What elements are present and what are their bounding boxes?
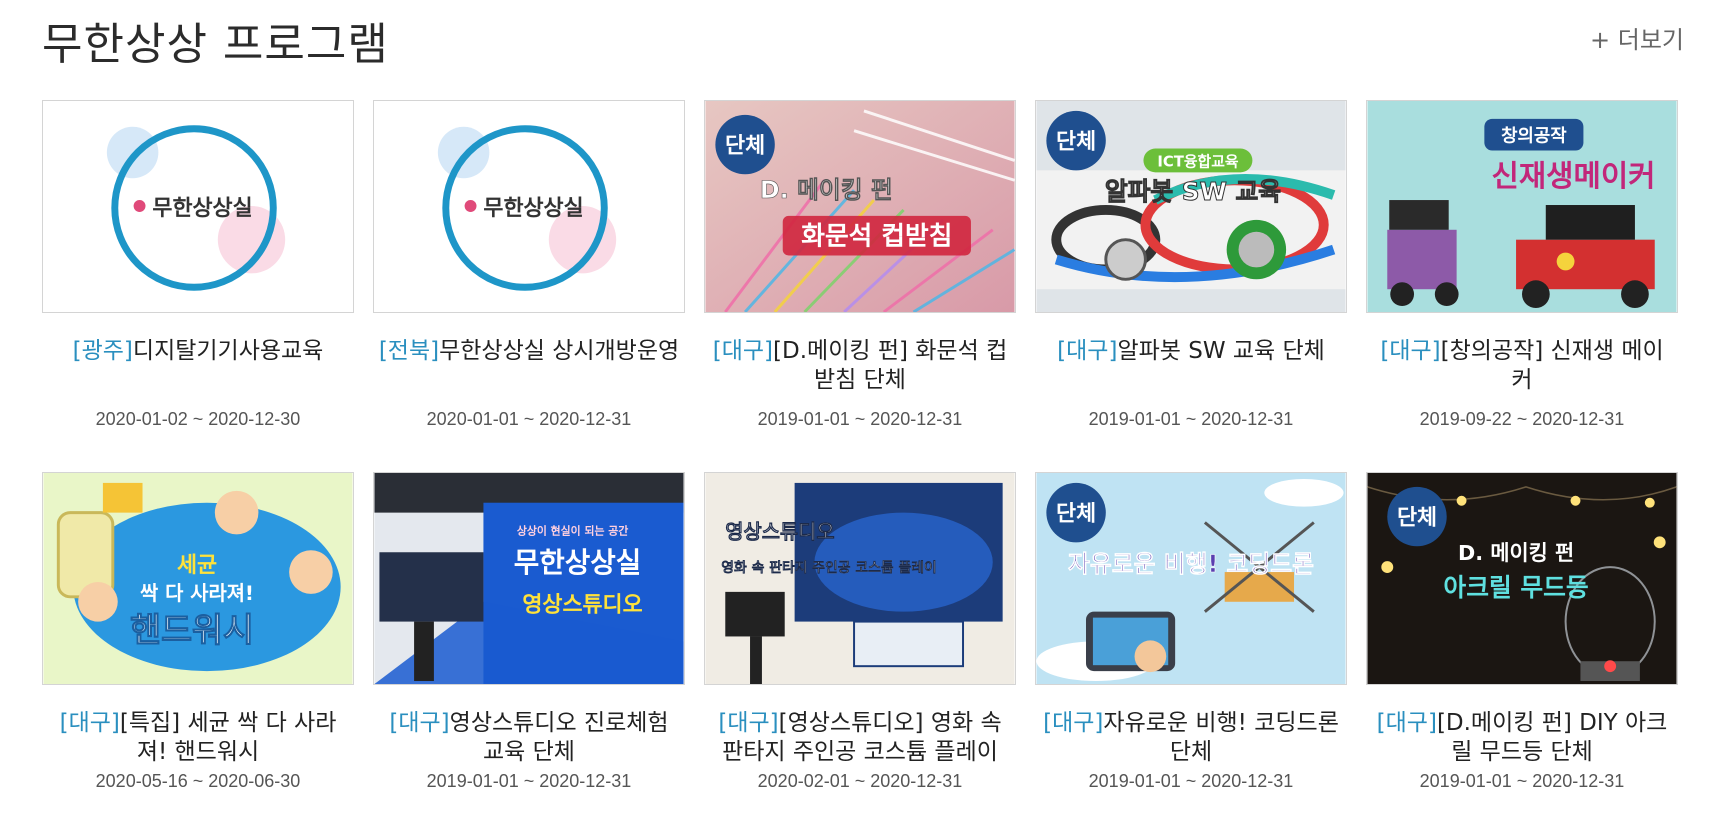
card-title[interactable]: [대구][특집] 세균 싹 다 사라져! 핸드워시 xyxy=(42,709,354,767)
card-date: 2019-01-01 ~ 2020-12-31 xyxy=(1419,771,1625,791)
program-card[interactable]: 세균 싹 다 사라져! 핸드워시 [대구][특집] 세균 싹 다 사라져! 핸드… xyxy=(42,472,354,814)
card-title[interactable]: [전북]무한상상실 상시개방운영 xyxy=(373,337,685,395)
card-region: [광주] xyxy=(72,338,133,364)
program-card[interactable]: 무한상상실 [전북]무한상상실 상시개방운영 2020-01-01 ~ 2020… xyxy=(373,100,685,442)
card-title-text: [특집] 세균 싹 다 사라져! 핸드워시 xyxy=(119,710,337,765)
program-thumbnail[interactable]: 단체 ICT융합교육 알파봇 SW 교육 xyxy=(1035,100,1347,313)
thumb-tag: 창의공작 xyxy=(1501,126,1567,147)
card-region: [대구] xyxy=(1380,338,1441,364)
thumb-line1: 신재생메이커 xyxy=(1492,159,1656,194)
logo-thumbnail-image: 무한상상실 xyxy=(43,101,353,312)
card-title-text: [D.메이킹 펀] DIY 아크릴 무드등 단체 xyxy=(1436,710,1668,765)
card-title-text: 자유로운 비행! 코딩드론 단체 xyxy=(1103,710,1339,765)
card-region: [대구] xyxy=(712,338,774,364)
card-title-text: 알파봇 SW 교육 단체 xyxy=(1117,338,1325,364)
program-thumbnail[interactable]: 무한상상실 xyxy=(373,100,685,313)
program-thumbnail[interactable]: 무한상상실 xyxy=(42,100,354,313)
thumb-line1: 무한상상실 xyxy=(514,546,642,579)
card-region: [전북] xyxy=(378,338,440,364)
thumb-line1: D. 메이킹 펀 xyxy=(760,176,893,204)
card-date: 2019-01-01 ~ 2020-12-31 xyxy=(1088,409,1294,429)
straw-weaving-thumbnail-image: 단체 D. 메이킹 펀 화문석 컵받침 xyxy=(705,101,1015,312)
card-title[interactable]: [대구][영상스튜디오] 영화 속 판타지 주인공 코스튬 플레이 xyxy=(704,709,1016,767)
thumb-line1: 영상스튜디오 xyxy=(725,520,834,543)
program-card[interactable]: 단체 D. 메이킹 펀 화문석 컵받침 [대구][D.메이킹 펀] 화문석 컵받… xyxy=(704,100,1016,442)
card-title[interactable]: [대구][창의공작] 신재생 메이커 xyxy=(1366,337,1678,395)
thumb-line2: 영상스튜디오 xyxy=(522,593,642,618)
program-thumbnail[interactable]: 단체 D. 메이킹 펀 아크릴 무드등 xyxy=(1366,472,1678,685)
program-grid: 무한상상실 [광주]디지탈기기사용교육 2020-01-02 ~ 2020-12… xyxy=(42,100,1678,814)
thumb-line1: 알파봇 SW 교육 xyxy=(1105,177,1281,206)
logo-thumbnail-image: 무한상상실 xyxy=(374,101,684,312)
card-title-text: [D.메이킹 펀] 화문석 컵받침 단체 xyxy=(773,338,1008,393)
program-card[interactable]: 단체 ICT융합교육 알파봇 SW 교육 [대구]알파봇 SW 교육 단체 20… xyxy=(1035,100,1347,442)
card-title[interactable]: [대구][D.메이킹 펀] 화문석 컵받침 단체 xyxy=(704,337,1016,395)
thumb-line1: 세균 xyxy=(177,553,217,578)
card-region: [대구] xyxy=(59,710,120,736)
program-thumbnail[interactable]: 창의공작 신재생메이커 xyxy=(1366,100,1678,313)
program-thumbnail[interactable]: 상상이 현실이 되는 공간 무한상상실 영상스튜디오 xyxy=(373,472,685,685)
card-title-text: 영상스튜디오 진로체험 교육 단체 xyxy=(449,710,669,765)
program-card[interactable]: 영상스튜디오 영화 속 판타지 주인공 코스튬 플레이 [대구][영상스튜디오]… xyxy=(704,472,1016,814)
mood-lamp-thumbnail-image: 단체 D. 메이킹 펀 아크릴 무드등 xyxy=(1367,473,1677,684)
handwash-thumbnail-image: 세균 싹 다 사라져! 핸드워시 xyxy=(43,473,353,684)
program-card[interactable]: 무한상상실 [광주]디지탈기기사용교육 2020-01-02 ~ 2020-12… xyxy=(42,100,354,442)
badge-text: 단체 xyxy=(725,134,765,159)
card-title-text: 무한상상실 상시개방운영 xyxy=(439,338,680,364)
program-thumbnail[interactable]: 단체 D. 메이킹 펀 화문석 컵받침 xyxy=(704,100,1016,313)
card-date: 2020-01-01 ~ 2020-12-31 xyxy=(426,409,632,429)
card-region: [대구] xyxy=(718,710,779,736)
card-title[interactable]: [대구]자유로운 비행! 코딩드론 단체 xyxy=(1035,709,1347,767)
logo-text: 무한상상실 xyxy=(483,196,583,221)
thumb-line2: 화문석 컵받침 xyxy=(801,222,952,252)
program-thumbnail[interactable]: 세균 싹 다 사라져! 핸드워시 xyxy=(42,472,354,685)
program-thumbnail[interactable]: 영상스튜디오 영화 속 판타지 주인공 코스튬 플레이 xyxy=(704,472,1016,685)
card-title-text: 디지탈기기사용교육 xyxy=(132,338,324,364)
card-date: 2020-01-02 ~ 2020-12-30 xyxy=(95,409,301,429)
card-date: 2019-01-01 ~ 2020-12-31 xyxy=(1088,771,1294,791)
page-title: 무한상상 프로그램 xyxy=(42,19,389,70)
program-card[interactable]: 단체 D. 메이킹 펀 아크릴 무드등 [대구][D.메이킹 펀] DIY 아크… xyxy=(1366,472,1678,814)
badge-text: 단체 xyxy=(1056,502,1096,527)
card-title[interactable]: [대구][D.메이킹 펀] DIY 아크릴 무드등 단체 xyxy=(1366,709,1678,767)
drone-thumbnail-image: 단체 자유로운 비행! 코딩드론 xyxy=(1036,473,1346,684)
card-title[interactable]: [대구]영상스튜디오 진로체험 교육 단체 xyxy=(373,709,685,767)
card-region: [대구] xyxy=(1376,710,1437,736)
card-date: 2019-01-01 ~ 2020-12-31 xyxy=(426,771,632,791)
thumb-line2: 아크릴 무드등 xyxy=(1443,573,1588,602)
more-link[interactable]: + 더보기 xyxy=(1590,20,1684,55)
badge-text: 단체 xyxy=(1397,506,1437,531)
program-card[interactable]: 상상이 현실이 되는 공간 무한상상실 영상스튜디오 [대구]영상스튜디오 진로… xyxy=(373,472,685,814)
thumb-line3: 핸드워시 xyxy=(130,610,254,649)
card-title[interactable]: [대구]알파봇 SW 교육 단체 xyxy=(1035,337,1347,395)
card-date: 2020-05-16 ~ 2020-06-30 xyxy=(95,771,301,791)
alphabot-thumbnail-image: 단체 ICT융합교육 알파봇 SW 교육 xyxy=(1036,101,1346,312)
solar-car-thumbnail-image: 창의공작 신재생메이커 xyxy=(1367,101,1677,312)
badge-text: 단체 xyxy=(1056,130,1096,155)
program-card[interactable]: 창의공작 신재생메이커 [대구][창의공작] 신재생 메이커 2019-09-2… xyxy=(1366,100,1678,442)
card-date: 2019-09-22 ~ 2020-12-31 xyxy=(1419,409,1625,429)
logo-text: 무한상상실 xyxy=(152,196,252,221)
thumb-small: 상상이 현실이 되는 공간 xyxy=(517,523,628,537)
program-thumbnail[interactable]: 단체 자유로운 비행! 코딩드론 xyxy=(1035,472,1347,685)
card-date: 2020-02-01 ~ 2020-12-31 xyxy=(757,771,963,791)
thumb-line2: 영화 속 판타지 주인공 코스튬 플레이 xyxy=(721,559,936,576)
program-card[interactable]: 단체 자유로운 비행! 코딩드론 [대구]자유로운 비행! 코딩드론 단체 20… xyxy=(1035,472,1347,814)
card-region: [대구] xyxy=(389,710,450,736)
card-region: [대구] xyxy=(1043,710,1104,736)
thumb-line1: D. 메이킹 펀 xyxy=(1458,541,1574,565)
studio-thumbnail-image: 상상이 현실이 되는 공간 무한상상실 영상스튜디오 xyxy=(374,473,684,684)
card-region: [대구] xyxy=(1057,338,1118,364)
costume-studio-thumbnail-image: 영상스튜디오 영화 속 판타지 주인공 코스튬 플레이 xyxy=(705,473,1015,684)
card-date: 2019-01-01 ~ 2020-12-31 xyxy=(757,409,963,429)
thumb-line2: 싹 다 사라져! xyxy=(140,582,254,605)
card-title[interactable]: [광주]디지탈기기사용교육 xyxy=(42,337,354,395)
thumb-line1: 자유로운 비행! 코딩드론 xyxy=(1068,550,1314,578)
card-title-text: [창의공작] 신재생 메이커 xyxy=(1440,338,1664,393)
thumb-tag: ICT융합교육 xyxy=(1157,152,1239,170)
